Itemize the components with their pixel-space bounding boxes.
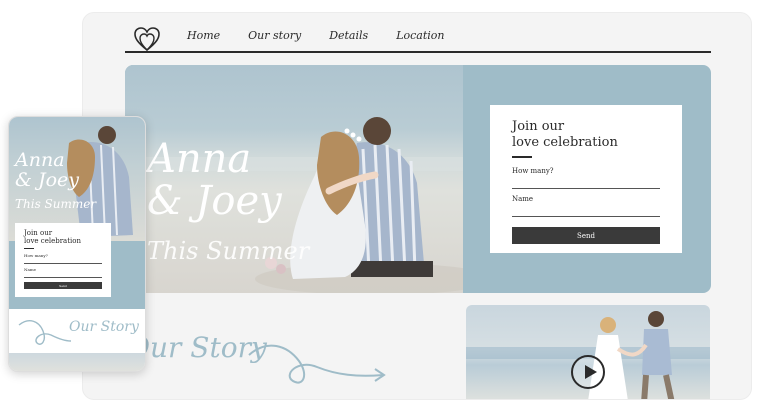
nav-details-link[interactable]: Details [329,29,368,42]
mobile-video-thumbnail[interactable] [9,353,145,371]
play-icon[interactable] [571,355,605,389]
mobile-title-line3: This Summer [15,197,97,211]
name-label: Name [512,195,534,203]
hero-section: Anna & Joey This Summer Join our love ce… [125,65,711,293]
mobile-hero-title: Anna & Joey This Summer [15,149,97,211]
nav-our-story-link[interactable]: Our story [248,29,301,42]
mobile-heading-underline [24,248,34,249]
mobile-send-button[interactable]: Send [24,282,102,289]
name-field: Name [512,195,660,223]
nav-home-link[interactable]: Home [187,29,220,42]
curly-arrow-icon [248,344,386,384]
video-thumbnail[interactable] [466,305,710,399]
mobile-rsvp-heading-line2: love celebration [24,237,81,245]
hero-title-line2: & Joey [147,178,282,224]
send-button[interactable]: Send [512,227,660,244]
mobile-title-line2: & Joey [15,169,79,191]
mobile-mockup: Anna & Joey This Summer Join our love ce… [8,116,146,372]
mobile-rsvp-heading-line1: Join our [24,229,53,237]
mobile-name-input[interactable] [24,272,102,278]
mobile-guest-count-field: How many? [24,253,102,267]
guest-count-label: How many? [512,167,554,175]
hero-title: Anna & Joey This Summer [147,139,309,263]
mobile-rsvp-heading: Join our love celebration [24,229,102,245]
top-nav: Home Our story Details Location [125,23,711,53]
rsvp-heading: Join our love celebration [512,119,660,151]
hero-title-line3: This Summer [147,237,310,265]
hero-title-line1: Anna [147,136,252,182]
rsvp-form: Join our love celebration How many? Name… [490,105,682,253]
our-story-title: Our Story [127,331,267,364]
heading-underline [512,156,532,158]
mobile-title-line1: Anna [15,149,65,171]
double-heart-icon[interactable] [133,26,161,52]
name-input[interactable] [512,205,660,217]
mobile-our-story-title: Our Story [69,319,139,335]
rsvp-heading-line2: love celebration [512,135,618,150]
nav-location-link[interactable]: Location [396,29,444,42]
guest-count-field: How many? [512,167,660,195]
mobile-rsvp-form: Join our love celebration How many? Name… [15,223,111,297]
hero-photo: Anna & Joey This Summer [125,65,463,293]
rsvp-heading-line1: Join our [512,119,565,134]
mobile-guest-count-input[interactable] [24,258,102,264]
mobile-curly-arrow-icon [18,320,72,345]
mobile-name-field: Name [24,267,102,281]
guest-count-input[interactable] [512,177,660,189]
nav-links: Home Our story Details Location [187,29,444,42]
desktop-mockup: Home Our story Details Location Anna & J… [82,12,752,400]
showcase: Home Our story Details Location Anna & J… [0,0,768,412]
